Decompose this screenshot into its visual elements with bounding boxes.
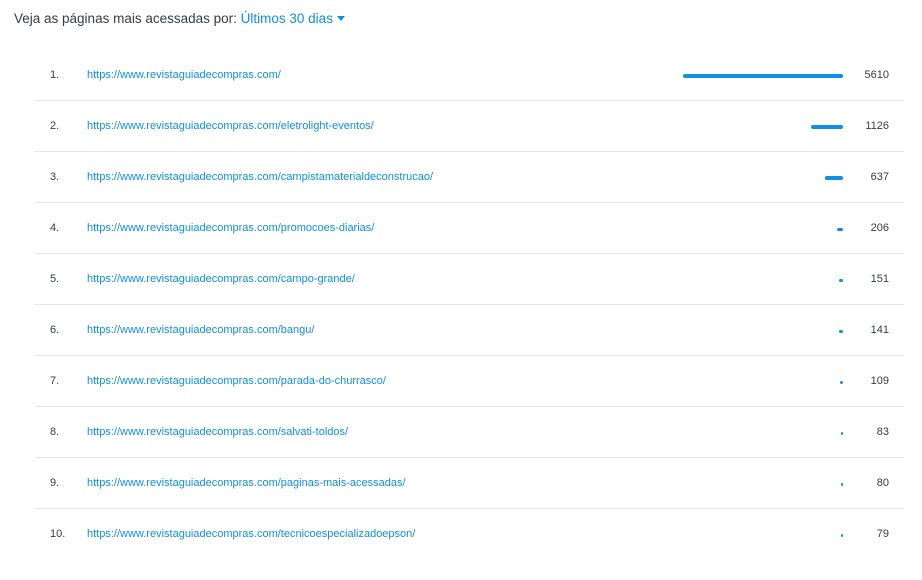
- views-bar-track: [683, 407, 843, 458]
- views-bar: [839, 329, 843, 333]
- header-label: Veja as páginas mais acessadas por:: [14, 11, 237, 26]
- views-count: 206: [870, 222, 889, 234]
- page-url-link[interactable]: https://www.revistaguiadecompras.com/cam…: [87, 254, 355, 305]
- views-count: 637: [870, 171, 889, 183]
- views-bar-track: [683, 101, 843, 152]
- page-url-link[interactable]: https://www.revistaguiadecompras.com/ban…: [87, 305, 314, 356]
- page-url-link[interactable]: https://www.revistaguiadecompras.com/ele…: [87, 101, 374, 152]
- list-item: 2. https://www.revistaguiadecompras.com/e…: [35, 101, 904, 152]
- rank-number: 7.: [50, 375, 60, 387]
- rank-number: 6.: [50, 324, 60, 336]
- views-bar-track: [683, 305, 843, 356]
- page-url-link[interactable]: https://www.revistaguiadecompras.com/cam…: [87, 152, 433, 203]
- list-item: 4. https://www.revistaguiadecompras.com/p…: [35, 203, 904, 254]
- views-bar-track: [683, 203, 843, 254]
- views-bar-track: [683, 356, 843, 407]
- views-bar: [683, 73, 843, 78]
- views-bar: [841, 482, 843, 486]
- views-count: 151: [870, 273, 889, 285]
- views-bar: [825, 175, 843, 180]
- views-bar: [840, 380, 843, 384]
- list-item: 9. https://www.revistaguiadecompras.com/p…: [35, 458, 904, 509]
- list-item: 7. https://www.revistaguiadecompras.com/p…: [35, 356, 904, 407]
- page-url-link[interactable]: https://www.revistaguiadecompras.com/pag…: [87, 458, 406, 509]
- rank-number: 9.: [50, 477, 60, 489]
- views-bar-track: [683, 509, 843, 560]
- views-count: 141: [870, 324, 889, 336]
- views-bar: [837, 227, 843, 231]
- caret-down-icon: [336, 15, 345, 21]
- views-bar-track: [683, 152, 843, 203]
- page-views-header: Veja as páginas mais acessadas por: Últi…: [14, 9, 345, 29]
- page-url-link[interactable]: https://www.revistaguiadecompras.com/par…: [87, 356, 386, 407]
- views-count: 80: [876, 477, 889, 489]
- views-bar: [841, 431, 843, 435]
- views-count: 1126: [865, 120, 889, 132]
- rank-number: 4.: [50, 222, 60, 234]
- list-item: 8. https://www.revistaguiadecompras.com/s…: [35, 407, 904, 458]
- list-item: 6. https://www.revistaguiadecompras.com/b…: [35, 305, 904, 356]
- page-url-link[interactable]: https://www.revistaguiadecompras.com/sal…: [87, 407, 348, 458]
- rank-number: 2.: [50, 120, 60, 132]
- list-item: 1. https://www.revistaguiadecompras.com/5…: [35, 50, 904, 101]
- rank-number: 5.: [50, 273, 60, 285]
- list-item: 5. https://www.revistaguiadecompras.com/c…: [35, 254, 904, 305]
- list-item: 10. https://www.revistaguiadecompras.com/…: [35, 509, 904, 560]
- views-bar: [811, 124, 843, 129]
- views-count: 109: [870, 375, 889, 387]
- views-bar: [841, 533, 843, 537]
- rank-number: 1.: [50, 69, 60, 81]
- views-bar-track: [683, 458, 843, 509]
- page-url-link[interactable]: https://www.revistaguiadecompras.com/: [87, 50, 281, 101]
- views-count: 79: [876, 528, 889, 540]
- most-visited-pages-list: 1. https://www.revistaguiadecompras.com/5…: [35, 50, 904, 560]
- page-url-link[interactable]: https://www.revistaguiadecompras.com/pro…: [87, 203, 374, 254]
- page-url-link[interactable]: https://www.revistaguiadecompras.com/tec…: [87, 509, 415, 560]
- views-count: 5610: [864, 69, 889, 81]
- rank-number: 10.: [50, 528, 66, 540]
- list-item: 3. https://www.revistaguiadecompras.com/c…: [35, 152, 904, 203]
- views-bar-track: [683, 254, 843, 305]
- rank-number: 8.: [50, 426, 60, 438]
- period-dropdown[interactable]: Últimos 30 dias: [241, 11, 345, 26]
- period-dropdown-label: Últimos 30 dias: [240, 11, 333, 26]
- views-bar: [839, 278, 843, 282]
- views-count: 83: [876, 426, 889, 438]
- views-bar-track: [683, 50, 843, 101]
- rank-number: 3.: [50, 171, 60, 183]
